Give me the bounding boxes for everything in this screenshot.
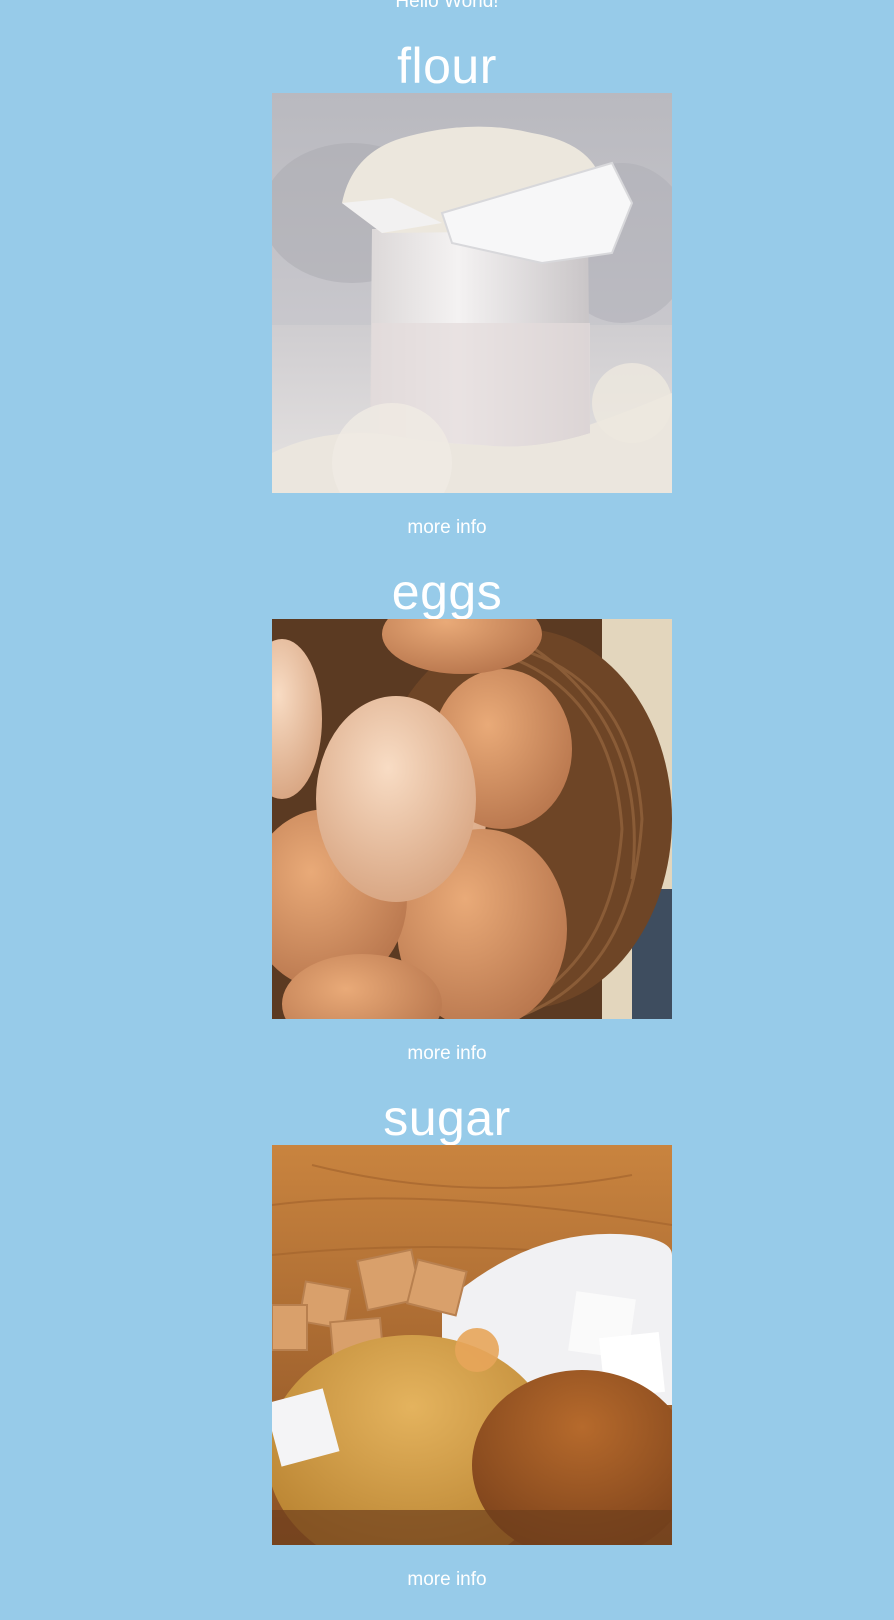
more-info-link-flour[interactable]: more info	[0, 516, 894, 540]
item-image-flour	[272, 93, 672, 493]
item-title-eggs: eggs	[391, 564, 503, 620]
more-info-link-sugar[interactable]: more info	[0, 1568, 894, 1592]
item-title-sugar: sugar	[383, 1090, 511, 1146]
item-image-eggs	[272, 619, 672, 1019]
item-image-sugar	[272, 1145, 672, 1545]
greeting-text: Hello World!	[395, 0, 499, 12]
more-info-link-eggs[interactable]: more info	[0, 1042, 894, 1066]
item-title-flour: flour	[397, 38, 497, 94]
